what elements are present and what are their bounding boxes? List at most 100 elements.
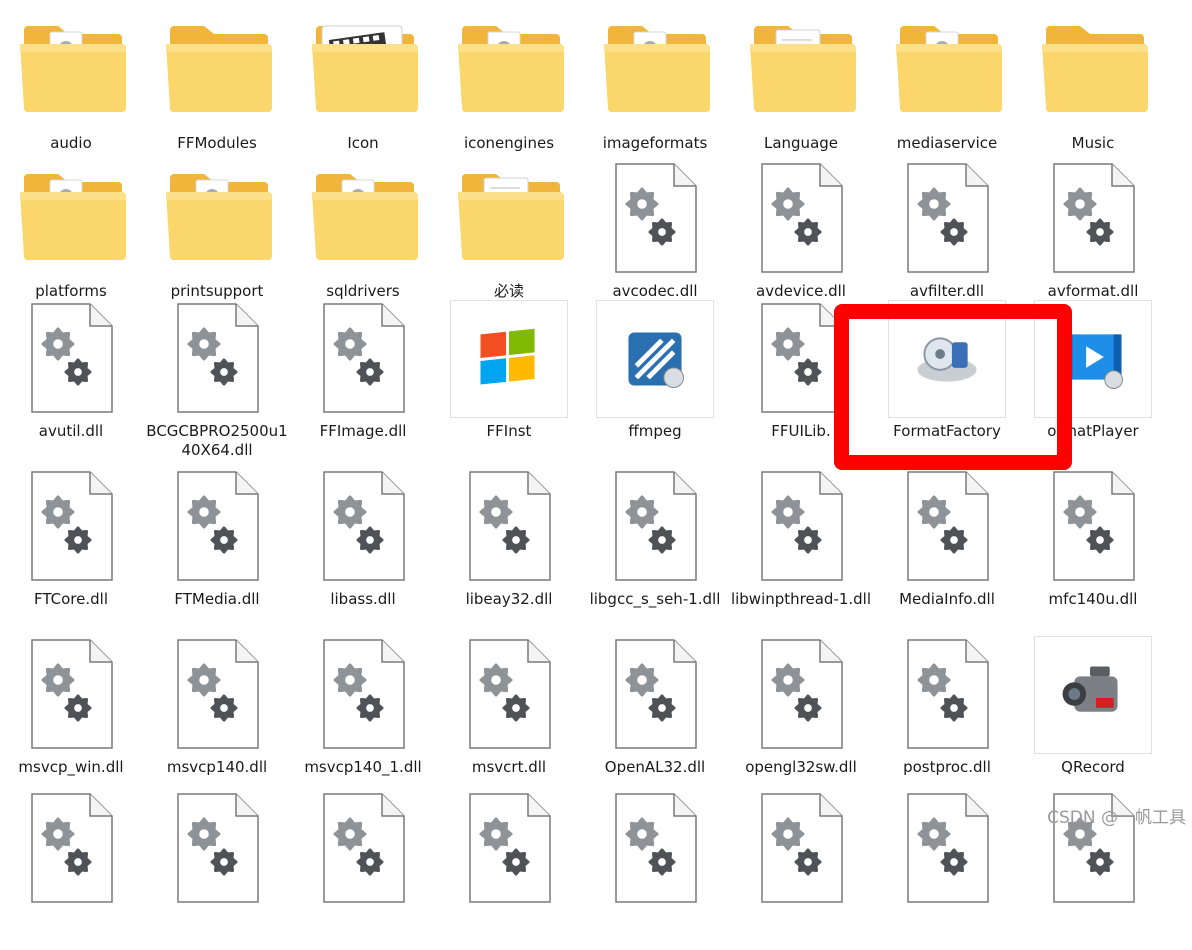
file-item[interactable]: mfc140u.dll: [1034, 468, 1180, 628]
file-item-label: avcodec.dll: [612, 282, 698, 300]
file-item-label: ffmpeg: [628, 422, 682, 440]
file-item[interactable]: ffmpeg: [596, 300, 742, 460]
dll-icon: [1034, 160, 1152, 278]
dll-icon: [12, 300, 130, 418]
file-icon-grid: audio FFModules Icon iconengines imagefo…: [0, 0, 1192, 903]
file-item-label: Icon: [347, 134, 379, 152]
file-item[interactable]: platforms: [12, 160, 158, 320]
file-item-label: Music: [1071, 134, 1115, 152]
file-item[interactable]: opengl32sw.dll: [742, 636, 888, 796]
dll-icon: [304, 468, 422, 586]
dll-icon: [596, 468, 714, 586]
dll-icon: [596, 160, 714, 278]
file-item[interactable]: avdevice.dll: [742, 160, 888, 320]
file-item[interactable]: msvcrt.dll: [450, 636, 596, 796]
file-item[interactable]: avutil.dll: [12, 300, 158, 460]
watermark: CSDN @一帆工具: [1047, 808, 1186, 828]
file-item[interactable]: postproc.dll: [888, 636, 1034, 796]
file-item[interactable]: [450, 790, 596, 950]
dll-icon: [888, 468, 1006, 586]
dll-icon: [888, 790, 1006, 908]
file-item[interactable]: [12, 790, 158, 950]
file-item[interactable]: FormatFactory: [888, 300, 1034, 460]
file-item[interactable]: libwinpthread-1.dll: [731, 468, 888, 628]
file-item-label: iconengines: [463, 134, 555, 152]
folder-doc-icon: [12, 160, 130, 278]
file-item[interactable]: Icon: [304, 12, 450, 172]
file-item-label: msvcp_win.dll: [18, 758, 124, 776]
dll-icon: [450, 468, 568, 586]
file-item-label: sqldrivers: [326, 282, 400, 300]
file-item-label: FFInst: [486, 422, 532, 440]
file-item-label: FFImage.dll: [319, 422, 407, 440]
dll-icon: [450, 790, 568, 908]
file-item[interactable]: MediaInfo.dll: [888, 468, 1034, 628]
dll-icon: [304, 636, 422, 754]
file-item[interactable]: FFImage.dll: [304, 300, 450, 460]
dll-icon: [596, 790, 714, 908]
file-item[interactable]: 必读: [450, 160, 596, 320]
file-item[interactable]: mediaservice: [888, 12, 1034, 172]
file-item-label: postproc.dll: [903, 758, 991, 776]
file-item-label: msvcp140.dll: [166, 758, 268, 776]
windows-logo-icon: [450, 300, 568, 418]
file-item-label: platforms: [35, 282, 107, 300]
file-item-label: BCGCBPRO2500u140X64.dll: [146, 422, 288, 459]
folder-film-icon: [304, 12, 422, 130]
file-item[interactable]: BCGCBPRO2500u140X64.dll: [146, 300, 304, 460]
dll-icon: [450, 636, 568, 754]
file-item-label: mfc140u.dll: [1048, 590, 1138, 608]
file-item-label: FFUILib.: [771, 422, 831, 440]
file-item[interactable]: msvcp_win.dll: [12, 636, 158, 796]
formatplayer-app-icon: [1034, 300, 1152, 418]
file-item[interactable]: printsupport: [158, 160, 304, 320]
file-item-label: FFModules: [177, 134, 257, 152]
dll-icon: [742, 468, 860, 586]
folder-doc-icon: [596, 12, 714, 130]
file-item[interactable]: ormatPlayer: [1034, 300, 1180, 460]
file-item[interactable]: FTMedia.dll: [158, 468, 304, 628]
file-item[interactable]: msvcp140.dll: [158, 636, 304, 796]
file-item[interactable]: imageformats: [596, 12, 742, 172]
file-item-label: OpenAL32.dll: [604, 758, 706, 776]
file-item[interactable]: [742, 790, 888, 950]
file-item[interactable]: [158, 790, 304, 950]
file-item[interactable]: FFInst: [450, 300, 596, 460]
folder-page-icon: [742, 12, 860, 130]
dll-icon: [158, 300, 276, 418]
dll-icon: [1034, 468, 1152, 586]
folder-doc-icon: [450, 12, 568, 130]
folder-icon: [1034, 12, 1152, 130]
file-item-label: msvcrt.dll: [471, 758, 547, 776]
file-item[interactable]: Music: [1034, 12, 1180, 172]
folder-doc-icon: [888, 12, 1006, 130]
file-item-label: mediaservice: [896, 134, 998, 152]
file-item[interactable]: Language: [742, 12, 888, 172]
file-item[interactable]: avcodec.dll: [596, 160, 742, 320]
file-item-label: 必读: [493, 282, 524, 300]
file-item[interactable]: audio: [12, 12, 158, 172]
file-item[interactable]: FFUILib.: [742, 300, 888, 460]
file-item[interactable]: QRecord: [1034, 636, 1180, 796]
file-item[interactable]: avfilter.dll: [888, 160, 1034, 320]
file-item[interactable]: [596, 790, 742, 950]
file-item[interactable]: avformat.dll: [1034, 160, 1180, 320]
file-item[interactable]: OpenAL32.dll: [596, 636, 742, 796]
file-item[interactable]: sqldrivers: [304, 160, 450, 320]
file-item-label: FTMedia.dll: [174, 590, 260, 608]
file-item[interactable]: msvcp140_1.dll: [304, 636, 450, 796]
formatfactory-app-icon: [888, 300, 1006, 418]
file-item-label: audio: [50, 134, 92, 152]
file-item[interactable]: [304, 790, 450, 950]
file-item[interactable]: libgcc_s_seh-1.dll: [590, 468, 742, 628]
file-item[interactable]: libass.dll: [304, 468, 450, 628]
file-item[interactable]: iconengines: [450, 12, 596, 172]
file-item[interactable]: libeay32.dll: [450, 468, 596, 628]
file-item[interactable]: FFModules: [158, 12, 304, 172]
file-item-label: avfilter.dll: [909, 282, 985, 300]
file-item[interactable]: FTCore.dll: [12, 468, 158, 628]
file-item-label: msvcp140_1.dll: [304, 758, 422, 776]
dll-icon: [158, 790, 276, 908]
file-item-label: QRecord: [1061, 758, 1125, 776]
file-item[interactable]: [888, 790, 1034, 950]
